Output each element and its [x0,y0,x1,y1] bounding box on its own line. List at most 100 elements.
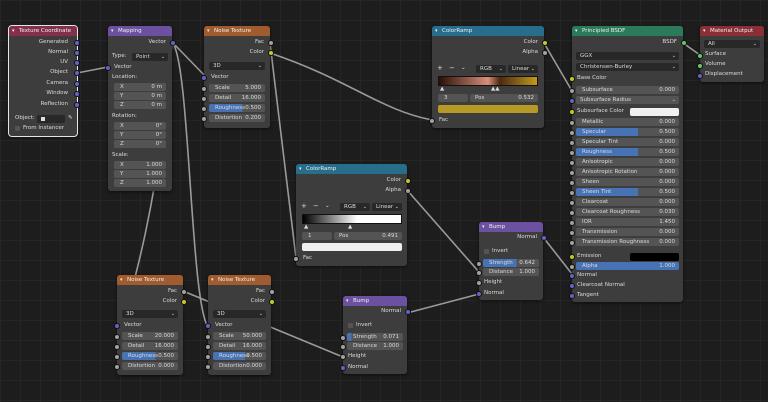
bsdf-param-socket[interactable] [569,130,575,136]
remove-stop-button[interactable]: − [313,202,319,211]
socket-base-color[interactable] [569,76,575,82]
node-bump-1[interactable]: ▾ Bump Normal Invert Strength 0.642 Distan… [476,222,547,300]
subsurface-radius-field[interactable]: Subsurface Radius ⌄ [576,96,679,104]
socket-color-out[interactable] [405,178,411,184]
socket-detail-in[interactable] [114,344,120,350]
dimensions-dropdown[interactable]: 3D ⌄ [122,310,178,318]
socket-normal-out[interactable] [405,309,411,315]
socket-distortion-in[interactable] [114,364,120,370]
node-header[interactable]: ▾ Material Output [700,26,764,36]
bsdf-param-field[interactable]: Roughness 0.500 [576,148,679,156]
bsdf-param-socket[interactable] [569,220,575,226]
socket-scale-in[interactable] [201,86,207,92]
distortion-field[interactable]: Distortion 0.000 [213,362,266,370]
socket-detail-in[interactable] [201,96,207,102]
socket-surface[interactable] [697,53,703,59]
subsurface-method-dropdown[interactable]: Christensen-Burley ⌄ [576,63,679,71]
bsdf-param-socket[interactable] [569,200,575,206]
bsdf-param-socket[interactable] [569,160,575,166]
stop-index-field[interactable]: 1 [302,232,332,240]
bsdf-param-socket[interactable] [569,170,575,176]
socket-normal[interactable] [74,50,80,56]
bsdf-param-field[interactable]: Specular 0.500 [576,128,679,136]
bsdf-param-field[interactable]: Specular Tint 0.000 [576,138,679,146]
distance-field[interactable]: Distance 1.000 [483,268,539,276]
socket-color-out[interactable] [542,40,548,46]
socket-normal-in[interactable] [340,365,346,371]
node-texture-coordinate[interactable]: ▾ Texture Coordinate Generated Normal UV … [8,25,80,137]
collapse-icon[interactable]: ▾ [211,275,214,285]
socket-color-out[interactable] [269,299,275,305]
node-header[interactable]: ▾ Mapping [108,26,172,36]
distribution-dropdown[interactable]: GGX ⌄ [576,52,679,60]
stop-color-swatch[interactable] [302,243,402,251]
node-header[interactable]: ▾ Noise Texture [208,275,271,285]
socket-strength[interactable] [340,335,346,341]
socket-scale-in[interactable] [114,334,120,340]
scale-y-field[interactable]: Y 1.000 [114,170,166,178]
socket-uv[interactable] [74,60,80,66]
detail-field[interactable]: Detail 16.000 [122,342,178,350]
ramp-stop-marker-icon[interactable]: ▲ [440,85,444,94]
roughness-field[interactable]: Roughness 0.500 [122,352,178,360]
detail-field[interactable]: Detail 16.000 [213,342,266,350]
bsdf-param-field[interactable]: Anisotropic 0.000 [576,158,679,166]
interpolation-dropdown[interactable]: Linear ⌄ [508,65,538,73]
from-instancer-checkbox[interactable] [15,126,20,131]
emission-color-swatch[interactable] [630,253,679,261]
socket-distortion-in[interactable] [205,364,211,370]
bsdf-param-field[interactable]: Metallic 0.000 [576,118,679,126]
socket-vector-out[interactable] [170,40,176,46]
socket-reflection[interactable] [74,102,80,108]
node-bump-2[interactable]: ▾ Bump Normal Invert Strength 0.071 Distan… [340,296,411,374]
color-mode-dropdown[interactable]: RGB ⌄ [476,65,506,73]
socket-normal-out[interactable] [541,235,547,241]
socket-alpha[interactable] [569,264,575,270]
node-principled-bsdf[interactable]: ▾ Principled BSDF BSDF GGX ⌄ Christensen-B… [569,26,687,302]
socket-subsurface[interactable] [569,88,575,94]
type-dropdown[interactable]: Point ⌄ [132,53,168,61]
alpha-field[interactable]: Alpha 1.000 [576,262,679,270]
socket-color-out[interactable] [181,299,187,305]
distortion-field[interactable]: Distortion 0.000 [122,362,178,370]
rotation-y-field[interactable]: Y 0° [114,131,166,139]
bsdf-param-field[interactable]: Clearcoat 0.000 [576,198,679,206]
detail-field[interactable]: Detail 16.000 [209,94,265,102]
bsdf-param-field[interactable]: Sheen 0.000 [576,178,679,186]
node-colorramp-1[interactable]: ▾ ColorRamp Color Alpha + − ⌄ RGB ⌄ Linear… [429,26,548,128]
eyedropper-icon[interactable]: ✎ [68,114,73,123]
socket-fac-in[interactable] [293,256,299,262]
node-header[interactable]: ▾ Noise Texture [204,26,270,36]
socket-bsdf-out[interactable] [681,40,687,46]
roughness-field[interactable]: Roughness 0.500 [209,104,265,112]
socket-volume[interactable] [697,63,703,69]
socket-displacement[interactable] [697,73,703,79]
bsdf-param-field[interactable]: IOR 1.450 [576,218,679,226]
socket-alpha-out[interactable] [542,50,548,56]
collapse-icon[interactable]: ▾ [207,26,210,36]
color-ramp-gradient[interactable] [438,76,538,86]
distance-field[interactable]: Distance 1.000 [347,342,403,350]
bsdf-param-socket[interactable] [569,140,575,146]
bsdf-param-socket[interactable] [569,120,575,126]
dimensions-dropdown[interactable]: 3D ⌄ [209,62,265,70]
socket-vector-in[interactable] [201,75,207,81]
remove-stop-button[interactable]: − [449,64,455,73]
socket-height[interactable] [476,280,482,286]
location-y-field[interactable]: Y 0 m [114,92,166,100]
scale-x-field[interactable]: X 1.000 [114,161,166,169]
node-colorramp-2[interactable]: ▾ ColorRamp Color Alpha + − ⌄ RGB ⌄ Linear… [293,164,411,266]
socket-fac-in[interactable] [429,118,435,124]
stop-position-field[interactable]: Pos 0.491 [334,232,402,240]
distortion-field[interactable]: Distortion 0.200 [209,114,265,122]
bsdf-param-field[interactable]: Sheen Tint 0.500 [576,188,679,196]
socket-tangent[interactable] [569,293,575,299]
subsurface-color-swatch[interactable] [630,108,679,116]
collapse-icon[interactable]: ▾ [435,26,438,36]
socket-fac-out[interactable] [181,289,187,295]
socket-color-out[interactable] [268,50,274,56]
socket-roughness-in[interactable] [201,106,207,112]
node-mapping[interactable]: ▾ Mapping Vector Type: Point ⌄ Vector Loca… [105,26,176,191]
socket-vector-in[interactable] [114,323,120,329]
invert-checkbox[interactable] [484,249,489,254]
